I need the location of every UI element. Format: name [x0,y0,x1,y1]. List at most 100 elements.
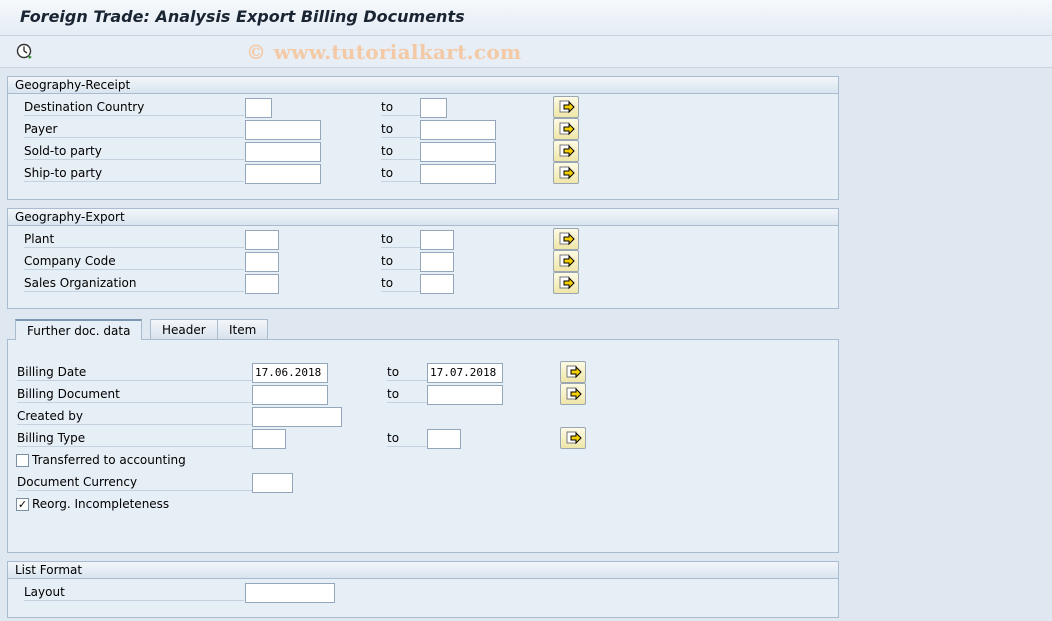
reorg-incompleteness-checkbox[interactable]: ✓ [16,498,29,511]
tab-panel-further-doc-data: Billing Date 17.06.2018 to 17.07.2018 Bi… [7,339,839,553]
company-code-from-input[interactable] [245,252,279,272]
billing-document-to-input[interactable] [427,385,503,405]
row-document-currency: Document Currency [8,473,838,495]
multiple-selection-button[interactable] [560,427,586,449]
tab-header[interactable]: Header [150,319,218,340]
billing-date-from-input[interactable]: 17.06.2018 [252,363,328,383]
group-geography-export: Geography-Export Plant to Company Code t… [7,208,839,309]
field-label: Plant [24,230,244,248]
row-billing-document: Billing Document to [8,383,838,407]
billing-type-to-input[interactable] [427,429,461,449]
field-label: Document Currency [17,473,253,491]
arrow-right-icon [566,387,582,401]
arrow-right-icon [566,431,582,445]
row-company-code: Company Code to [8,250,838,274]
row-transferred-to-accounting: Transferred to accounting [8,451,838,473]
to-label: to [381,230,421,248]
sales-organization-to-input[interactable] [420,274,454,294]
row-plant: Plant to [8,228,838,252]
plant-from-input[interactable] [245,230,279,250]
arrow-right-icon [566,365,582,379]
to-label: to [381,98,421,116]
arrow-right-icon [559,254,575,268]
multiple-selection-button[interactable] [553,250,579,272]
created-by-input[interactable] [252,407,342,427]
group-title: Geography-Export [8,209,838,226]
to-label: to [387,429,427,447]
sold-to-party-to-input[interactable] [420,142,496,162]
to-label: to [387,363,427,381]
company-code-to-input[interactable] [420,252,454,272]
tab-further-doc-data[interactable]: Further doc. data [15,319,143,340]
multiple-selection-button[interactable] [560,361,586,383]
ship-to-party-to-input[interactable] [420,164,496,184]
arrow-right-icon [559,166,575,180]
arrow-right-icon [559,276,575,290]
destination-country-to-input[interactable] [420,98,447,118]
field-label: Sales Organization [24,274,244,292]
multiple-selection-button[interactable] [553,228,579,250]
page-title: Foreign Trade: Analysis Export Billing D… [20,7,465,26]
field-label: Billing Type [17,429,253,447]
document-currency-input[interactable] [252,473,293,493]
row-sales-organization: Sales Organization to [8,272,838,296]
arrow-right-icon [559,122,575,136]
to-label: to [381,274,421,292]
checkbox-label: Reorg. Incompleteness [32,497,170,511]
billing-document-from-input[interactable] [252,385,328,405]
to-label: to [381,252,421,270]
arrow-right-icon [559,100,575,114]
field-label: Payer [24,120,244,138]
payer-from-input[interactable] [245,120,321,140]
to-label: to [387,385,427,403]
multiple-selection-button[interactable] [553,118,579,140]
arrow-right-icon [559,232,575,246]
row-sold-to-party: Sold-to party to [8,140,838,164]
arrow-right-icon [559,144,575,158]
field-label: Ship-to party [24,164,244,182]
field-label: Destination Country [24,98,244,116]
field-label: Layout [24,583,244,601]
field-label: Created by [17,407,253,425]
to-label: to [381,142,421,160]
billing-type-from-input[interactable] [252,429,286,449]
group-list-format: List Format Layout [7,561,839,618]
tab-item[interactable]: Item [217,319,269,340]
tab-strip: Further doc. data Header Item [7,319,839,340]
field-label: Sold-to party [24,142,244,160]
group-title: Geography-Receipt [8,77,838,94]
checkbox-label: Transferred to accounting [32,453,186,467]
row-billing-type: Billing Type to [8,427,838,451]
row-ship-to-party: Ship-to party to [8,162,838,186]
application-toolbar: © www.tutorialkart.com [0,36,1052,68]
to-label: to [381,164,421,182]
multiple-selection-button[interactable] [560,383,586,405]
sold-to-party-from-input[interactable] [245,142,321,162]
row-created-by: Created by [8,407,838,429]
row-payer: Payer to [8,118,838,142]
payer-to-input[interactable] [420,120,496,140]
field-label: Billing Document [17,385,253,403]
multiple-selection-button[interactable] [553,162,579,184]
multiple-selection-button[interactable] [553,140,579,162]
plant-to-input[interactable] [420,230,454,250]
sales-organization-from-input[interactable] [245,274,279,294]
transferred-to-accounting-checkbox[interactable] [16,454,29,467]
ship-to-party-from-input[interactable] [245,164,321,184]
row-layout: Layout [8,583,838,605]
row-reorg-incompleteness: ✓ Reorg. Incompleteness [8,495,838,517]
billing-date-to-input[interactable]: 17.07.2018 [427,363,503,383]
row-billing-date: Billing Date 17.06.2018 to 17.07.2018 [8,361,838,385]
layout-input[interactable] [245,583,335,603]
group-geography-receipt: Geography-Receipt Destination Country to… [7,76,839,200]
multiple-selection-button[interactable] [553,272,579,294]
title-bar: Foreign Trade: Analysis Export Billing D… [0,0,1052,36]
watermark-text: © www.tutorialkart.com [246,40,522,64]
field-label: Company Code [24,252,244,270]
group-title: List Format [8,562,838,579]
to-label: to [381,120,421,138]
clock-execute-icon[interactable] [14,41,34,61]
multiple-selection-button[interactable] [553,96,579,118]
destination-country-from-input[interactable] [245,98,272,118]
row-destination-country: Destination Country to [8,96,838,120]
